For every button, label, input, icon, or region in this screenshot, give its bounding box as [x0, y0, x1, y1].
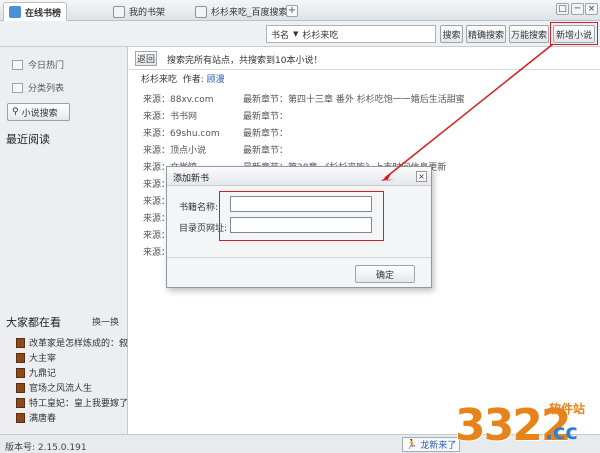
watermark-suffix: .cc	[545, 420, 578, 444]
list-icon	[12, 59, 23, 70]
add-tab-button[interactable]: +	[286, 5, 298, 17]
novel-header: 杉杉来吃 作者: 顾漫	[141, 72, 225, 85]
tab-bar: 在线书榜 我的书架 杉杉来吃_百度搜索 + □ ─ ×	[0, 0, 600, 21]
author-label: 作者:	[182, 75, 204, 85]
divider	[129, 69, 600, 70]
toolbar: 书名 ▼ 杉杉来吃 搜索 精确搜索 万能搜索 新增小说	[0, 21, 600, 47]
status-button-label: 龙新来了	[420, 441, 457, 451]
add-book-dialog: 添加新书 × 书籍名称: 目录页网址: 确定	[166, 166, 432, 288]
status-button[interactable]: 🏃 龙新来了	[402, 437, 460, 452]
restore-button[interactable]: □	[556, 3, 569, 15]
list-icon	[12, 82, 23, 93]
page-icon	[195, 5, 207, 18]
dialog-titlebar[interactable]: 添加新书 ×	[167, 167, 431, 186]
sidebar-item-label: 分类列表	[28, 84, 65, 94]
list-item[interactable]: 官场之风流人生	[16, 381, 128, 394]
tab-baidu-search[interactable]: 杉杉来吃_百度搜索	[190, 2, 293, 21]
list-item[interactable]: 改革家是怎样炼成的：叙时	[16, 336, 128, 349]
tab-online-rankings[interactable]: 在线书榜	[3, 2, 68, 21]
search-button[interactable]: 搜索	[440, 25, 463, 43]
search-category[interactable]: 书名	[271, 28, 289, 41]
list-item[interactable]: 大主宰	[16, 351, 128, 364]
book-title: 特工皇妃：皇上我要嫁了你	[29, 399, 128, 409]
search-value: 杉杉来吃	[302, 30, 339, 41]
search-input[interactable]: 书名 ▼ 杉杉来吃	[266, 25, 436, 43]
divider	[167, 257, 431, 258]
source-chapter[interactable]: 最新章节：	[243, 143, 288, 156]
source-site[interactable]: 来源：69shu.com	[143, 126, 220, 139]
book-title: 九鼎记	[29, 369, 57, 379]
search-status: 搜索完所有站点，共搜索到10本小说！	[167, 56, 323, 66]
list-item[interactable]: 九鼎记	[16, 366, 128, 379]
tab-label: 在线书榜	[25, 8, 62, 19]
runner-icon: 🏃	[406, 439, 418, 450]
search-icon: ⚲	[12, 107, 19, 117]
chevron-down-icon[interactable]: ▼	[293, 30, 298, 38]
highlight-box	[550, 22, 598, 45]
recent-reading-title: 最近阅读	[6, 133, 50, 146]
book-title: 改革家是怎样炼成的：叙时	[29, 339, 128, 349]
book-icon	[16, 337, 25, 348]
universal-search-button[interactable]: 万能搜索	[509, 25, 549, 43]
source-site[interactable]: 来源：书书网	[143, 109, 197, 122]
close-window-button[interactable]: ×	[585, 3, 598, 15]
sidebar-item-today-hot[interactable]: 今日热门	[12, 58, 64, 71]
source-site[interactable]: 来源：88xv.com	[143, 92, 214, 105]
sidebar: 今日热门 分类列表 ⚲ 小说搜索 最近阅读 大家都在看 换一换 改革家是怎样炼成…	[0, 47, 128, 434]
close-icon[interactable]: ×	[416, 171, 427, 182]
book-icon	[16, 412, 25, 423]
source-chapter[interactable]: 最新章节：	[243, 126, 288, 139]
list-item[interactable]: 特工皇妃：皇上我要嫁了你	[16, 396, 128, 409]
book-title: 官场之风流人生	[29, 384, 93, 394]
source-chapter[interactable]: 最新章节：第四十三章 番外 杉杉吃饱一一婚后生活甜蜜	[243, 92, 465, 105]
book-icon	[16, 367, 25, 378]
tab-label: 杉杉来吃_百度搜索	[211, 8, 288, 18]
sidebar-item-label: 今日热门	[28, 61, 65, 71]
novel-search-button[interactable]: ⚲ 小说搜索	[7, 103, 70, 121]
user-icon	[9, 6, 21, 18]
author-link[interactable]: 顾漫	[207, 75, 225, 85]
back-button[interactable]: 返回	[135, 51, 157, 66]
novel-title: 杉杉来吃	[141, 75, 178, 85]
bookshelf-icon	[113, 5, 125, 18]
book-icon	[16, 397, 25, 408]
minimize-button[interactable]: ─	[571, 3, 584, 15]
book-title: 大主宰	[29, 354, 57, 364]
book-name-label: 书籍名称:	[179, 203, 219, 213]
tab-label: 我的书架	[129, 8, 166, 18]
source-chapter[interactable]: 最新章节：	[243, 109, 288, 122]
version-label: 版本号: 2.15.0.191	[5, 443, 87, 453]
novel-search-label: 小说搜索	[21, 108, 58, 119]
book-icon	[16, 382, 25, 393]
book-title: 满唐春	[29, 414, 57, 424]
tab-my-bookshelf[interactable]: 我的书架	[108, 2, 170, 21]
popular-title: 大家都在看	[6, 316, 61, 329]
book-icon	[16, 352, 25, 363]
list-item[interactable]: 满唐春	[16, 411, 128, 424]
watermark-site: 软件站	[549, 402, 586, 416]
swap-button[interactable]: 换一换	[92, 315, 119, 328]
dialog-title: 添加新书	[173, 174, 210, 184]
source-site[interactable]: 来源：顶点小说	[143, 143, 206, 156]
sidebar-item-categories[interactable]: 分类列表	[12, 81, 64, 94]
exact-search-button[interactable]: 精确搜索	[466, 25, 506, 43]
ok-button[interactable]: 确定	[355, 265, 415, 283]
highlight-box	[219, 191, 384, 241]
